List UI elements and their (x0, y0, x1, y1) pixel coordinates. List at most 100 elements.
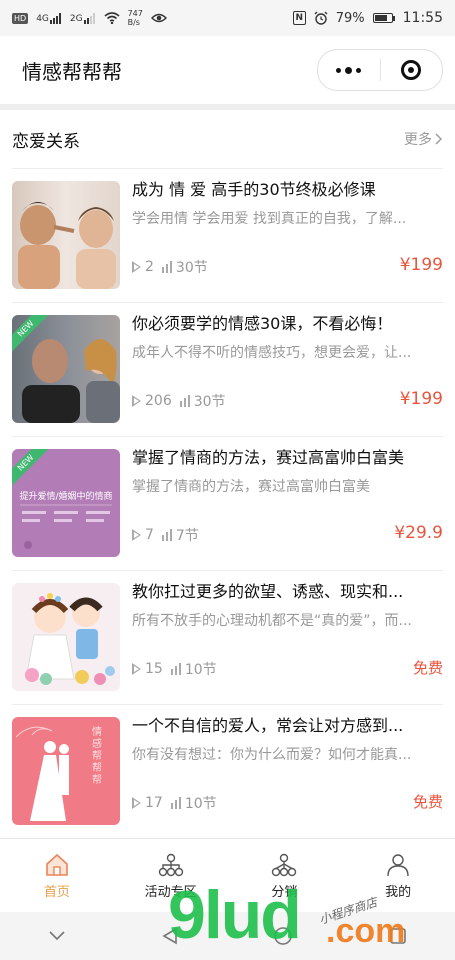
lesson-count: 30节 (193, 394, 226, 410)
status-bar: HD 4G 2G 747 B/s N 79% 11:55 (0, 0, 455, 36)
capsule-menu (317, 49, 443, 91)
watermark-logo: 9lud (168, 877, 302, 953)
course-price: ¥199 (399, 389, 443, 409)
cartoon-couple-icon (25, 593, 115, 685)
tab-me-label: 我的 (385, 884, 412, 900)
new-badge: NEW (12, 449, 52, 489)
course-thumbnail: 提升爱情/婚姻中的情商 NEW (12, 449, 120, 557)
new-badge-label: NEW (12, 449, 51, 488)
signal-bars-icon (49, 12, 61, 24)
course-thumbnail (12, 583, 120, 691)
course-price: 免费 (412, 793, 443, 811)
target-close-icon (401, 60, 422, 80)
signal-bars-icon (83, 12, 95, 24)
play-count-icon (132, 797, 141, 809)
chevron-down-icon[interactable] (48, 930, 66, 942)
course-title: 一个不自信的爱人，常会让对方感到... (132, 716, 404, 735)
battery-percent: 79% (335, 10, 365, 26)
course-info: 一个不自信的爱人，常会让对方感到... 你有没有想过：你为什么而爱？如何才能真.… (120, 715, 443, 838)
more-options-button[interactable] (318, 50, 380, 90)
course-description: 学会用情 学会用爱 找到真正的自我，了解... (132, 211, 407, 227)
more-dots-icon (336, 66, 362, 74)
course-thumbnail: 情感帮帮帮 (12, 717, 120, 825)
mini-program-navbar: 情感帮帮帮 (0, 36, 455, 104)
course-info: 掌握了情商的方法，赛过高富帅白富美 掌握了情商的方法，赛过高富帅白富美 7 7节… (120, 447, 443, 570)
alarm-icon (314, 11, 328, 25)
course-section: 恋爱关系 更多 成为 情 爱 高手的30节终极必修课 学会用情 学会用爱 找到真… (0, 110, 455, 844)
network-2g-label: 2G (69, 13, 83, 24)
network-icon (158, 853, 183, 876)
speed-value: 747 (127, 9, 143, 18)
page-title: 情感帮帮帮 (22, 59, 122, 84)
play-count: 15 (145, 661, 163, 677)
battery-icon (372, 13, 395, 23)
eye-icon (150, 13, 167, 23)
share-tree-icon (272, 853, 297, 876)
course-info: 你必须要学的情感30课，不看必悔！ 成年人不得不听的情感技巧，想更会爱，让...… (120, 313, 443, 436)
course-title: 成为 情 爱 高手的30节终极必修课 (132, 180, 376, 199)
course-meta: 2 30节 (132, 257, 208, 277)
more-link[interactable]: 更多 (404, 129, 443, 149)
new-badge: NEW (12, 315, 52, 355)
play-count: 7 (145, 527, 154, 543)
section-title: 恋爱关系 (12, 131, 80, 152)
course-meta: 15 10节 (132, 659, 217, 679)
play-count-icon (132, 261, 141, 273)
nfc-icon: N (292, 11, 306, 25)
signal-2g-icon: 2G (69, 12, 96, 24)
course-item[interactable]: 成为 情 爱 高手的30节终极必修课 学会用情 学会用爱 找到真正的自我，了解.… (12, 168, 443, 302)
lessons-icon (161, 529, 172, 541)
couple-photo-icon (18, 202, 116, 289)
course-description: 你有没有想过：你为什么而爱？如何才能真... (132, 747, 412, 763)
lesson-count: 10节 (184, 796, 217, 812)
clock-time: 11:55 (402, 10, 443, 26)
hd-indicator: HD (12, 12, 29, 24)
chevron-right-icon (435, 133, 442, 145)
home-icon (46, 853, 68, 876)
course-item[interactable]: 教你扛过更多的欲望、诱惑、现实和... 所有不放手的心理动机都不是“真的爱”，而… (12, 570, 443, 704)
course-meta: 7 7节 (132, 525, 199, 545)
course-item[interactable]: 情感帮帮帮 一个不自信的爱人，常会让对方感到... 你有没有想过：你为什么而爱？… (12, 704, 443, 838)
course-title: 教你扛过更多的欲望、诱惑、现实和... (132, 582, 404, 601)
thumbnail-caption: 情感帮帮帮 (92, 727, 102, 786)
course-item[interactable]: 提升爱情/婚姻中的情商 NEW 掌握了情商的方法，赛过高富帅白富美 掌握了情商的… (12, 436, 443, 570)
course-description: 成年人不得不听的情感技巧，想更会爱，让... (132, 345, 412, 361)
course-meta: 206 30节 (132, 391, 226, 411)
tab-home-label: 首页 (43, 884, 70, 900)
course-description: 所有不放手的心理动机都不是“真的爱”，而... (132, 613, 412, 629)
lesson-count: 30节 (175, 260, 208, 276)
user-icon (387, 853, 409, 876)
wifi-icon (104, 12, 120, 24)
signal-4g-icon: 4G (36, 12, 62, 24)
lessons-icon (170, 663, 181, 675)
course-thumbnail (12, 181, 120, 289)
course-price: ¥199 (399, 255, 443, 275)
course-thumbnail: NEW (12, 315, 120, 423)
network-4g-label: 4G (36, 13, 49, 24)
section-header: 恋爱关系 更多 (12, 110, 443, 168)
course-price: ¥29.9 (394, 523, 443, 543)
speed-unit: B/s (127, 18, 140, 27)
play-count-icon (132, 663, 141, 675)
network-speed: 747 B/s (128, 9, 143, 27)
course-title: 你必须要学的情感30课，不看必悔！ (132, 314, 393, 333)
course-meta: 17 10节 (132, 793, 217, 813)
new-badge-label: NEW (12, 315, 51, 354)
course-price: 免费 (412, 659, 443, 677)
course-description: 掌握了情商的方法，赛过高富帅白富美 (132, 479, 370, 495)
course-info: 教你扛过更多的欲望、诱惑、现实和... 所有不放手的心理动机都不是“真的爱”，而… (120, 581, 443, 704)
more-label: 更多 (404, 132, 432, 148)
lesson-count: 7节 (175, 528, 199, 544)
close-mini-program-button[interactable] (381, 50, 443, 90)
play-count: 17 (145, 795, 163, 811)
tab-home[interactable]: 首页 (0, 839, 114, 913)
play-count: 2 (145, 259, 154, 275)
lessons-icon (161, 261, 172, 273)
lessons-icon (179, 395, 190, 407)
play-count-icon (132, 395, 141, 407)
course-title: 掌握了情商的方法，赛过高富帅白富美 (132, 448, 405, 467)
play-count: 206 (145, 393, 172, 409)
play-count-icon (132, 529, 141, 541)
lessons-icon (170, 797, 181, 809)
course-item[interactable]: NEW 你必须要学的情感30课，不看必悔！ 成年人不得不听的情感技巧，想更会爱，… (12, 302, 443, 436)
